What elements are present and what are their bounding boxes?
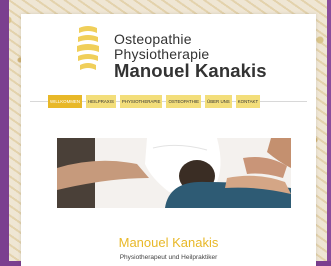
frame-left — [0, 0, 9, 266]
nav-item-ueber-uns[interactable]: ÜBER UNS — [205, 95, 232, 108]
nav-item-willkommen[interactable]: WILLKOMMEN — [48, 95, 83, 108]
page-subtitle: Physiotherapeut und Heilpraktiker — [119, 254, 218, 261]
brand-title[interactable]: Osteopathie Physiotherapie Manouel Kanak… — [114, 32, 267, 81]
main-nav: WILLKOMMEN HEILPRAXIS PHYSIOTHERAPIE OST… — [48, 95, 261, 108]
page-title: Manouel Kanakis — [118, 235, 219, 250]
nav-item-physiotherapie[interactable]: PHYSIOTHERAPIE — [119, 95, 163, 108]
hero-image — [57, 138, 291, 208]
frame-right — [327, 0, 331, 266]
nav-item-kontakt[interactable]: KONTAKT — [235, 95, 261, 108]
logo-icon[interactable] — [76, 23, 100, 77]
page-container: Osteopathie Physiotherapie Manouel Kanak… — [21, 14, 316, 266]
nav-item-osteopathie[interactable]: OSTEOPATHIE — [166, 95, 202, 108]
brand-line-name: Manouel Kanakis — [114, 60, 267, 81]
brand-line-physiotherapie: Physiotherapie — [114, 46, 210, 62]
nav-item-heilpraxis[interactable]: HEILPRAXIS — [86, 95, 116, 108]
brand-line-osteopathie: Osteopathie — [114, 31, 192, 47]
